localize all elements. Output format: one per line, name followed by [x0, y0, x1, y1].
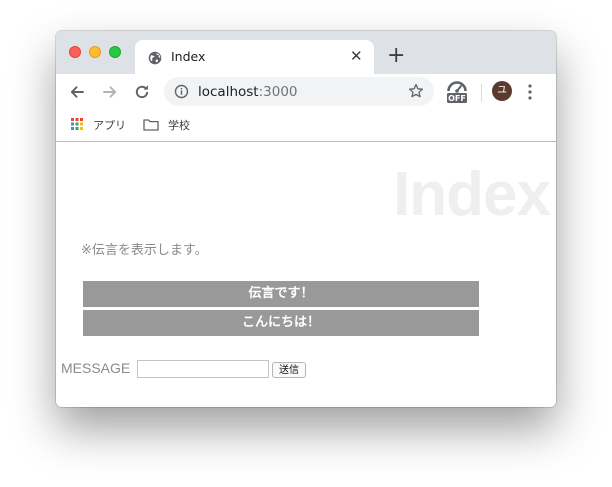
browser-window: Index ✕ + localhost:3000 OFF ユ アプリ 学校 In…: [56, 31, 556, 407]
reload-icon[interactable]: [133, 83, 151, 105]
bookmark-apps[interactable]: アプリ: [93, 117, 126, 133]
bookmarks-bar: アプリ 学校: [56, 110, 556, 142]
close-window-button[interactable]: [69, 46, 81, 58]
star-icon[interactable]: [408, 83, 424, 103]
info-icon[interactable]: [174, 84, 189, 103]
url-text: localhost:3000: [198, 84, 298, 100]
toolbar-divider: [481, 84, 482, 102]
address-bar[interactable]: localhost:3000: [164, 77, 434, 106]
forward-arrow-icon[interactable]: [101, 83, 119, 105]
extension-badge: OFF: [448, 94, 466, 103]
back-arrow-icon[interactable]: [68, 83, 86, 105]
folder-icon: [143, 118, 159, 134]
tab-index[interactable]: Index ✕: [135, 40, 374, 74]
send-button[interactable]: 送信: [272, 362, 306, 378]
browser-toolbar: localhost:3000 OFF ユ: [56, 74, 556, 110]
tab-strip: Index ✕ +: [56, 31, 556, 74]
minimize-window-button[interactable]: [89, 46, 101, 58]
more-vert-icon[interactable]: [528, 84, 532, 104]
apps-grid-icon[interactable]: [71, 118, 83, 133]
tab-title: Index: [171, 49, 206, 64]
page-content: Index ※伝言を表示します。 伝言です！ こんにちは！ MESSAGE 送信: [56, 143, 556, 407]
message-row: 伝言です！: [83, 281, 479, 307]
notice-text: ※伝言を表示します。: [81, 243, 208, 258]
message-input[interactable]: [137, 360, 269, 378]
message-label: MESSAGE: [61, 360, 131, 376]
maximize-window-button[interactable]: [109, 46, 121, 58]
new-tab-button[interactable]: +: [387, 45, 405, 67]
close-icon[interactable]: ✕: [350, 48, 363, 64]
page-heading: Index: [393, 160, 551, 229]
extension-gauge-icon[interactable]: OFF: [446, 79, 468, 105]
message-row: こんにちは！: [83, 310, 479, 336]
profile-avatar[interactable]: ユ: [492, 81, 512, 101]
globe-icon: [148, 50, 162, 69]
bookmark-school[interactable]: 学校: [168, 117, 190, 133]
